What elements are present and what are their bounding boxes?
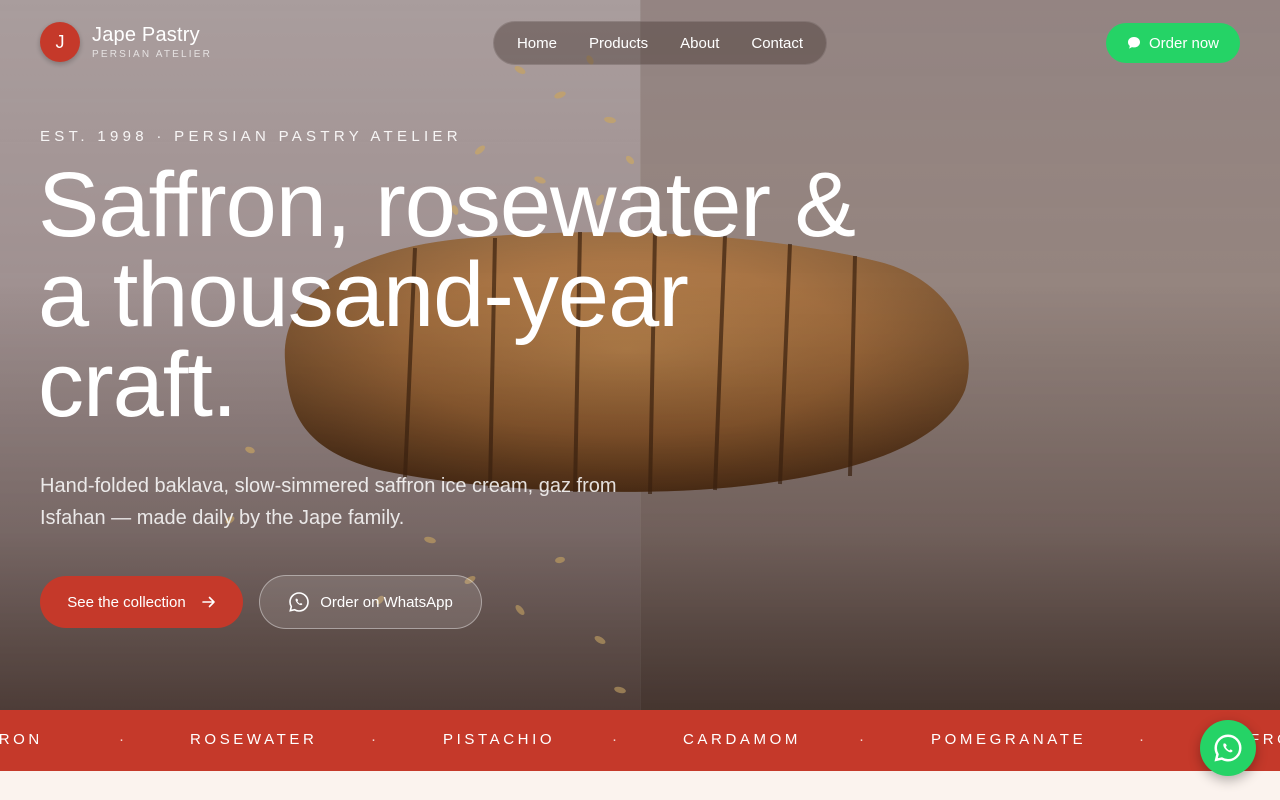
ticker-separator: · [1139,731,1144,748]
logo-text: Jape Pastry PERSIAN ATELIER [92,24,212,60]
ticker-item: SAFFRON [0,731,43,748]
ticker-separator: · [859,731,864,748]
whatsapp-icon [1214,734,1242,762]
ticker-item: ROSEWATER [190,731,318,748]
see-collection-label: See the collection [67,593,186,611]
brand-logo[interactable]: J Jape Pastry PERSIAN ATELIER [40,22,212,62]
hero-eyebrow: EST. 1998 · PERSIAN PASTRY ATELIER [40,128,462,145]
headline-line-2: a thousand-year [38,244,689,346]
nav-link-about[interactable]: About [680,35,719,52]
order-whatsapp-label: Order on WhatsApp [320,593,453,611]
ticker-separator: · [119,731,124,748]
brand-name: Jape Pastry [92,24,200,46]
whatsapp-floating-button[interactable] [1200,720,1256,776]
brand-tagline: PERSIAN ATELIER [92,49,213,60]
ticker-separator: · [612,731,617,748]
ticker-item: POMEGRANATE [931,731,1087,748]
logo-mark: J [40,22,80,62]
order-now-button[interactable]: Order now [1106,23,1240,63]
whatsapp-icon [289,592,310,612]
ticker-separator: · [371,731,376,748]
nav-link-home[interactable]: Home [517,35,557,52]
chat-bubble-icon [1127,37,1140,49]
headline-line-1: Saffron, rosewater & [38,154,856,256]
hero-headline: Saffron, rosewater & a thousand-year cra… [38,159,978,431]
arrow-right-icon [201,596,215,608]
ticker-item: CARDAMOM [683,731,801,748]
order-now-label: Order now [1148,34,1220,52]
ticker-item: PISTACHIO [443,731,556,748]
order-whatsapp-button[interactable]: Order on WhatsApp [259,575,482,629]
hero-description: Hand-folded baklava, slow-simmered saffr… [40,475,617,529]
headline-line-3: craft. [38,334,237,436]
see-collection-button[interactable]: See the collection [40,576,243,628]
nav-link-products[interactable]: Products [589,35,648,52]
next-section [0,771,1280,800]
main-nav: Home Products About Contact [493,21,827,65]
nav-link-contact[interactable]: Contact [751,35,803,52]
ingredient-ticker: SAFFRON · ROSEWATER · PISTACHIO · CARDAM… [0,710,1280,771]
